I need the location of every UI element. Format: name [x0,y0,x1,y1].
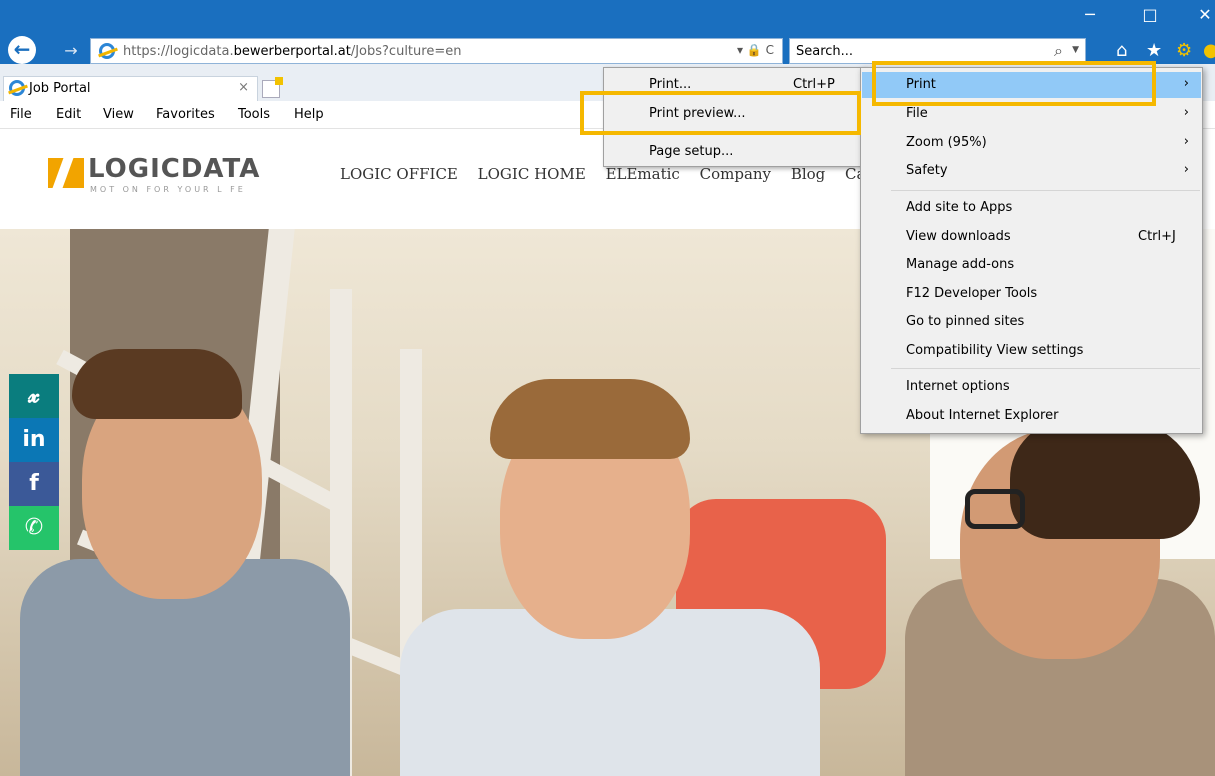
menu-item-label: Internet options [906,379,1010,394]
menu-item-label: F12 Developer Tools [906,286,1038,301]
menu-edit[interactable]: Edit [56,107,81,122]
whatsapp-button[interactable]: ✆ [9,506,59,550]
nav-elematic[interactable]: ELEmatic [606,165,680,183]
xing-button[interactable]: 𝔁 [9,374,59,418]
home-icon[interactable]: ⌂ [1116,40,1127,61]
menu-item-add-site-to-apps[interactable]: Add site to Apps [862,195,1201,221]
menu-item-shortcut: Ctrl+J [1138,229,1176,244]
menu-item-pinned-sites[interactable]: Go to pinned sites [862,309,1201,335]
url-text[interactable]: https://logicdata.bewerberportal.at/Jobs… [123,44,461,59]
address-bar-icons[interactable]: ▾ 🔒 C [737,43,774,57]
menu-item-label: About Internet Explorer [906,408,1059,423]
tab-title: Job Portal [29,81,91,96]
highlight-box-print [872,61,1156,106]
menu-item-label: File [906,106,928,121]
highlight-box-print-preview [580,91,861,135]
chevron-right-icon: › [1183,76,1189,91]
menu-item-compatibility-view[interactable]: Compatibility View settings [862,338,1201,364]
linkedin-icon: in [22,427,46,452]
logo-mark-icon [48,158,84,188]
menu-item-label: Safety [906,163,948,178]
xing-icon: 𝔁 [28,383,40,408]
person-hair [490,379,690,459]
logo-text: LOGICDATA [88,154,261,184]
menu-item-label: Zoom (95%) [906,135,987,150]
facebook-button[interactable]: f [9,462,59,506]
arrow-right-icon: → [64,41,78,60]
minimize-button[interactable]: ─ [1070,0,1110,30]
social-sidebar: 𝔁 in f ✆ [9,374,59,550]
whatsapp-icon: ✆ [24,515,44,540]
logo-tagline: MOT ON FOR YOUR L FE [90,185,246,194]
menu-item-label: Go to pinned sites [906,314,1025,329]
menu-item-shortcut: Ctrl+P [793,77,835,92]
chevron-down-icon[interactable]: ▼ [1072,45,1079,55]
address-bar[interactable]: https://logicdata.bewerberportal.at/Jobs… [90,38,783,64]
close-tab-button[interactable]: × [238,80,249,95]
menu-separator [891,368,1200,369]
menu-item-label: Add site to Apps [906,200,1013,215]
menu-item-label: View downloads [906,229,1011,244]
menu-item-internet-options[interactable]: Internet options [862,374,1201,400]
forward-button[interactable]: → [58,38,84,64]
menu-file[interactable]: File [10,107,32,122]
menu-item-safety[interactable]: Safety › [862,158,1201,184]
maximize-button[interactable]: □ [1130,0,1170,30]
gear-icon[interactable]: ⚙ [1176,40,1192,61]
menu-item-label: Page setup... [649,144,734,159]
site-navigation: LOGIC OFFICE LOGIC HOME ELEmatic Company… [340,165,880,183]
close-window-button[interactable]: ✕ [1185,0,1215,30]
tools-menu: Print › File › Zoom (95%) › Safety › Add… [860,67,1203,434]
chevron-right-icon: › [1183,105,1189,120]
menu-item-view-downloads[interactable]: View downloads Ctrl+J [862,224,1201,250]
person-hair [72,349,242,419]
menu-item-label: Print... [649,77,692,92]
nav-logic-office[interactable]: LOGIC OFFICE [340,165,458,183]
facebook-icon: f [29,471,39,496]
menu-item-about-ie[interactable]: About Internet Explorer [862,403,1201,429]
back-button[interactable]: ← [8,36,36,64]
ie-tab-icon [9,80,25,96]
browser-titlebar: ─ □ ✕ ← → https://logicdata.bewerberport… [0,0,1215,64]
menu-favorites[interactable]: Favorites [156,107,215,122]
menu-item-manage-add-ons[interactable]: Manage add-ons [862,252,1201,278]
menu-item-zoom[interactable]: Zoom (95%) › [862,130,1201,156]
chevron-right-icon: › [1183,162,1189,177]
new-tab-button[interactable] [262,77,283,98]
nav-company[interactable]: Company [700,165,771,183]
menu-item-developer-tools[interactable]: F12 Developer Tools [862,281,1201,307]
menu-item-page-setup[interactable]: Page setup... [605,139,863,165]
arrow-left-icon: ← [13,37,31,61]
ie-page-icon [99,43,115,59]
star-icon[interactable]: ★ [1146,40,1162,61]
menu-item-label: Compatibility View settings [906,343,1084,358]
menu-help[interactable]: Help [294,107,324,122]
nav-blog[interactable]: Blog [791,165,825,183]
menu-separator [891,190,1200,191]
person-hair [1010,419,1200,539]
tab-job-portal[interactable]: Job Portal × [3,76,258,101]
chevron-right-icon: › [1183,134,1189,149]
menu-tools[interactable]: Tools [238,107,270,122]
linkedin-button[interactable]: in [9,418,59,462]
menu-item-label: Manage add-ons [906,257,1015,272]
smiley-icon[interactable]: ● [1203,40,1215,61]
search-icon[interactable]: ⌕ [1054,41,1063,61]
glasses [965,489,1025,529]
menu-view[interactable]: View [103,107,134,122]
nav-logic-home[interactable]: LOGIC HOME [478,165,586,183]
search-input[interactable] [794,42,1024,60]
